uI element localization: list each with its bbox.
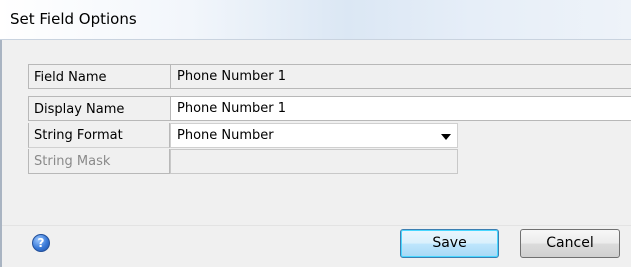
- string-mask-label: String Mask: [28, 149, 170, 174]
- footer-divider: [2, 225, 631, 226]
- chevron-down-icon[interactable]: [441, 134, 451, 140]
- string-format-select[interactable]: Phone Number: [170, 123, 458, 148]
- save-button[interactable]: Save: [400, 229, 499, 258]
- question-help-icon[interactable]: ?: [32, 234, 50, 252]
- string-format-label: String Format: [28, 123, 170, 148]
- display-name-input[interactable]: Phone Number 1: [170, 96, 631, 121]
- cancel-button[interactable]: Cancel: [520, 229, 620, 258]
- string-mask-input: [170, 149, 458, 174]
- string-format-selected-value: Phone Number: [177, 128, 274, 143]
- title-bar: Set Field Options: [0, 0, 631, 40]
- display-name-label: Display Name: [28, 96, 170, 121]
- field-name-value: Phone Number 1: [170, 64, 631, 89]
- window-title: Set Field Options: [10, 10, 137, 28]
- field-name-label: Field Name: [28, 64, 170, 89]
